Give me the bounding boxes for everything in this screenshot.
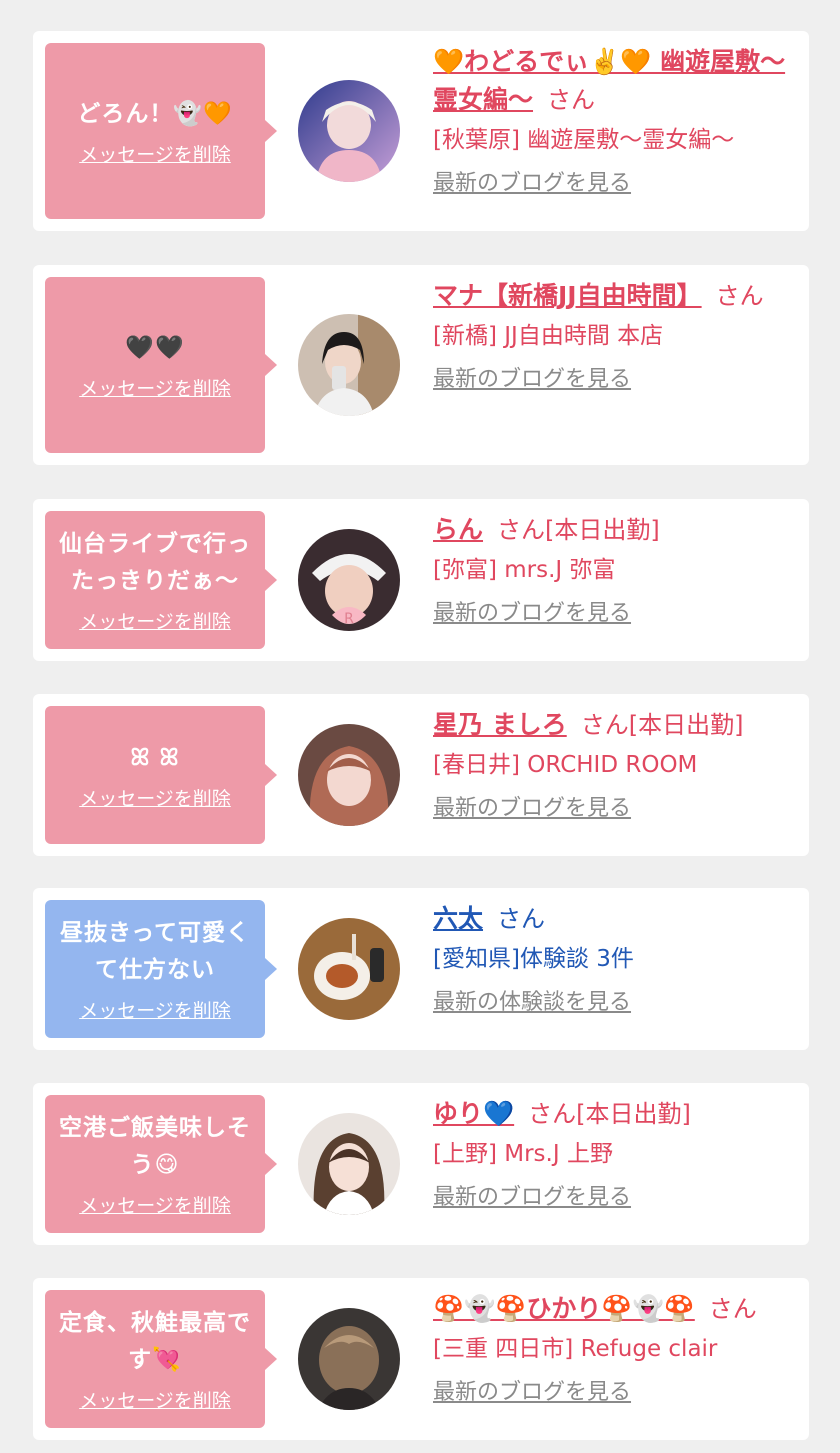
favorite-card: 定食、秋鮭最高です💘 メッセージを削除 🍄👻🍄ひかり🍄👻🍄 さん [三重 四日市]… [33,1278,809,1440]
name-suffix: さん [547,86,596,114]
shop-label: [上野] Mrs.J 上野 [433,1141,613,1167]
latest-blog-link[interactable]: 最新のブログを見る [433,169,789,199]
favorite-card: どろん！👻🧡 メッセージを削除 🧡わどるでぃ✌️🧡 幽遊屋敷〜霊女編〜 さん [秋… [33,31,809,231]
name-suffix: さん [497,905,546,933]
shop-label: [新橋] JJ自由時間 本店 [433,323,664,349]
girl-name-link[interactable]: らん [433,515,483,544]
message-text: どろん！👻🧡 [77,100,233,127]
card-info: 🧡わどるでぃ✌️🧡 幽遊屋敷〜霊女編〜 さん [秋葉原] 幽遊屋敷〜霊女編〜 最新… [433,43,789,199]
delete-message-link[interactable]: メッセージを削除 [79,143,231,167]
review-count-label: [愛知県]体験談 3件 [433,946,634,972]
delete-message-link[interactable]: メッセージを削除 [79,610,231,634]
shop-label: [秋葉原] 幽遊屋敷〜霊女編〜 [433,127,735,153]
card-info: 🍄👻🍄ひかり🍄👻🍄 さん [三重 四日市] Refuge clair 最新のブログ… [433,1290,789,1408]
message-text: 仙台ライブで行ったっきりだぁ〜 [59,531,251,594]
card-info: マナ【新橋JJ自由時間】 さん [新橋] JJ自由時間 本店 最新のブログを見る [433,277,789,395]
latest-blog-link[interactable]: 最新のブログを見る [433,1183,789,1213]
card-info: らん さん[本日出勤] [弥富] mrs.J 弥富 最新のブログを見る [433,511,789,629]
girl-name-link[interactable]: マナ【新橋JJ自由時間】 [433,281,702,310]
name-suffix: さん [708,1295,757,1323]
message-text: 昼抜きって可愛くて仕方ない [60,920,250,983]
delete-message-link[interactable]: メッセージを削除 [79,999,231,1023]
delete-message-link[interactable]: メッセージを削除 [79,1389,231,1413]
card-info: ゆり💙 さん[本日出勤] [上野] Mrs.J 上野 最新のブログを見る [433,1095,789,1213]
delete-message-link[interactable]: メッセージを削除 [79,377,231,401]
name-line: 星乃 ましろ さん[本日出勤] [433,706,789,744]
name-line: らん さん[本日出勤] [433,511,789,549]
message-text: 🖤🖤 [125,334,185,361]
favorite-card: 昼抜きって可愛くて仕方ない メッセージを削除 六太 さん [愛知県]体験談 3件 … [33,888,809,1050]
favorite-card: 空港ご飯美味しそう😋 メッセージを削除 ゆり💙 さん[本日出勤] [上野] Mrs… [33,1083,809,1245]
delete-message-link[interactable]: メッセージを削除 [79,787,231,811]
avatar[interactable] [298,724,400,826]
latest-review-link[interactable]: 最新の体験談を見る [433,988,789,1018]
name-line: 🧡わどるでぃ✌️🧡 幽遊屋敷〜霊女編〜 さん [433,43,789,119]
message-bubble: 昼抜きって可愛くて仕方ない メッセージを削除 [45,900,277,1038]
avatar[interactable] [298,1308,400,1410]
message-bubble: 仙台ライブで行ったっきりだぁ〜 メッセージを削除 [45,511,277,649]
name-line: 🍄👻🍄ひかり🍄👻🍄 さん [433,1290,789,1328]
girl-name-link[interactable]: 星乃 ましろ [433,710,567,739]
name-suffix: さん[本日出勤] [528,1100,691,1128]
avatar[interactable] [298,80,400,182]
name-line: マナ【新橋JJ自由時間】 さん [433,277,789,315]
shop-label: [三重 四日市] Refuge clair [433,1336,718,1362]
name-suffix: さん[本日出勤] [497,516,660,544]
avatar[interactable]: R [298,529,400,631]
delete-message-link[interactable]: メッセージを削除 [79,1194,231,1218]
message-bubble: どろん！👻🧡 メッセージを削除 [45,43,277,219]
reviewer-name-link[interactable]: 六太 [433,904,483,933]
shop-label: [弥富] mrs.J 弥富 [433,557,616,583]
name-suffix: さん [715,282,764,310]
message-text: 空港ご飯美味しそう😋 [59,1115,251,1178]
latest-blog-link[interactable]: 最新のブログを見る [433,1378,789,1408]
favorite-card: 🖤🖤 メッセージを削除 マナ【新橋JJ自由時間】 さん [新橋] JJ自由時間 本… [33,265,809,465]
favorite-card: 仙台ライブで行ったっきりだぁ〜 メッセージを削除 R らん さん[本日出勤] [弥… [33,499,809,661]
girl-name-link[interactable]: ゆり💙 [433,1099,514,1128]
latest-blog-link[interactable]: 最新のブログを見る [433,599,789,629]
name-line: 六太 さん [433,900,789,938]
avatar[interactable] [298,314,400,416]
latest-blog-link[interactable]: 最新のブログを見る [433,365,789,395]
svg-text:R: R [344,611,354,627]
card-info: 六太 さん [愛知県]体験談 3件 最新の体験談を見る [433,900,789,1018]
latest-blog-link[interactable]: 最新のブログを見る [433,794,789,824]
avatar[interactable] [298,918,400,1020]
shop-label: [春日井] ORCHID ROOM [433,752,698,778]
girl-name-link[interactable]: 🧡わどるでぃ✌️🧡 幽遊屋敷〜霊女編〜 [433,47,785,114]
message-text: 定食、秋鮭最高です💘 [59,1310,251,1373]
favorite-card: ꕤ ꕤ メッセージを削除 星乃 ましろ さん[本日出勤] [春日井] ORCHID… [33,694,809,856]
message-text: ꕤ ꕤ [130,744,180,771]
message-bubble: ꕤ ꕤ メッセージを削除 [45,706,277,844]
message-bubble: 定食、秋鮭最高です💘 メッセージを削除 [45,1290,277,1428]
message-bubble: 空港ご飯美味しそう😋 メッセージを削除 [45,1095,277,1233]
name-suffix: さん[本日出勤] [580,711,744,739]
avatar[interactable] [298,1113,400,1215]
girl-name-link[interactable]: 🍄👻🍄ひかり🍄👻🍄 [433,1294,695,1323]
message-bubble: 🖤🖤 メッセージを削除 [45,277,277,453]
card-info: 星乃 ましろ さん[本日出勤] [春日井] ORCHID ROOM 最新のブログを… [433,706,789,824]
name-line: ゆり💙 さん[本日出勤] [433,1095,789,1133]
